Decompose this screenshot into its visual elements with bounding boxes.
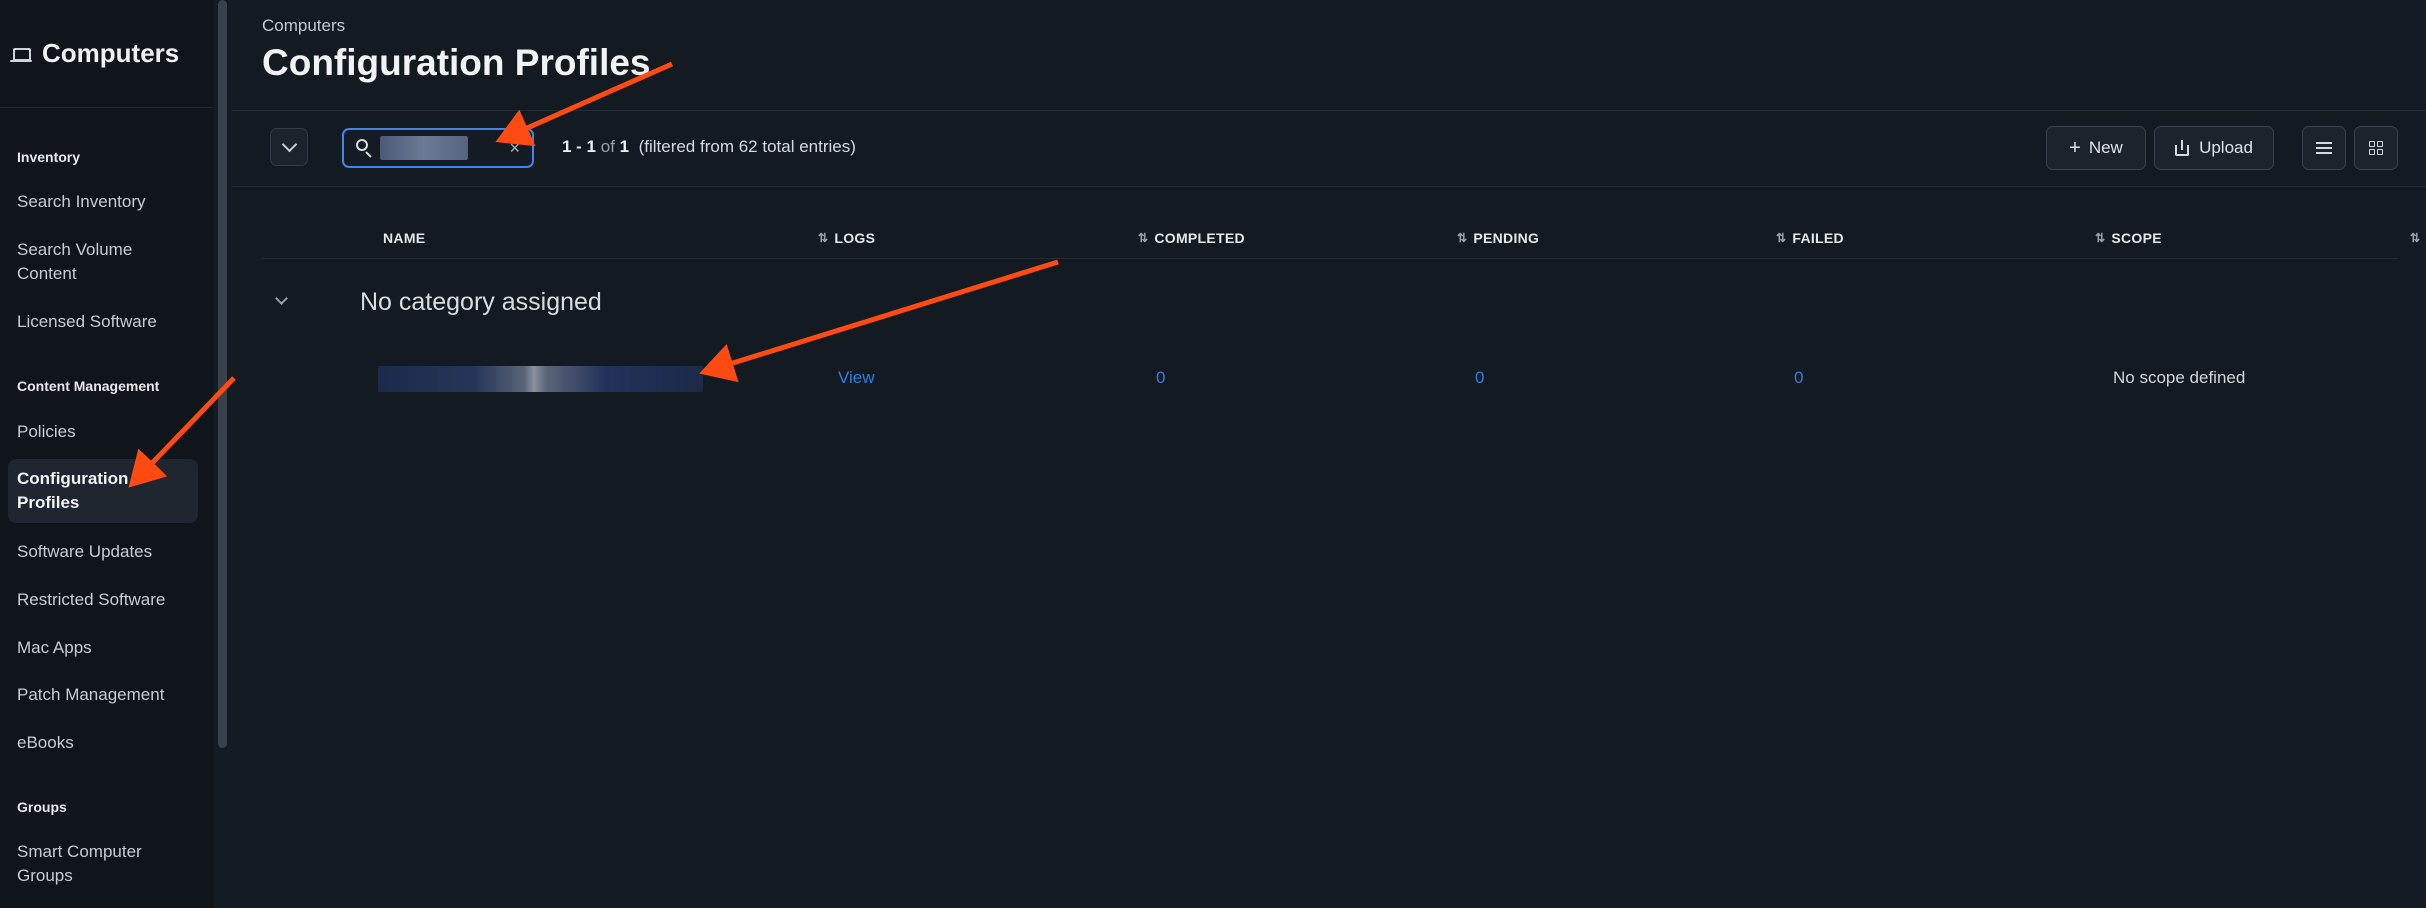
search-icon [356,139,372,158]
sort-icon: ⇅ [818,231,829,245]
failed-count[interactable]: 0 [1794,368,1803,388]
collapse-all-button[interactable] [270,128,308,166]
sidebar: Computers Inventory Search Inventory Sea… [0,0,215,908]
pending-count[interactable]: 0 [1475,368,1484,388]
grid-view-icon [2369,141,2383,155]
completed-count[interactable]: 0 [1156,368,1165,388]
sidebar-item-ebooks[interactable]: eBooks [0,731,214,755]
sort-icon: ⇅ [1776,231,1787,245]
computer-icon [10,43,32,65]
plus-icon: + [2069,137,2081,159]
grid-view-button[interactable] [2354,126,2398,170]
header-divider [232,110,2426,111]
pager-range: 1 - 1 [562,137,597,156]
column-name[interactable]: NAME [383,226,425,250]
close-icon[interactable]: × [509,136,520,160]
sidebar-scrollbar-thumb[interactable] [218,0,227,748]
toolbar: × 1 - 1 of 1 (filtered from 62 total ent… [232,126,2426,170]
chevron-down-icon [281,136,298,153]
column-settings[interactable]: ⇅ [2410,226,2426,250]
sidebar-item-patch-management[interactable]: Patch Management [0,683,214,707]
column-pending[interactable]: ⇅ PENDING [1457,226,1539,250]
column-failed[interactable]: ⇅ FAILED [1776,226,1844,250]
chevron-down-icon[interactable] [272,292,292,312]
scope-value: No scope defined [2113,368,2246,387]
category-group-row[interactable]: No category assigned [262,284,2398,324]
sidebar-item-search-volume-content[interactable]: Search Volume Content [0,238,150,286]
pager-total: 1 [619,137,630,156]
section-content-management: Content Management [17,378,160,394]
toolbar-divider [232,186,2426,187]
search-box[interactable]: × [342,128,534,168]
sidebar-item-restricted-software[interactable]: Restricted Software [0,588,214,612]
sort-icon: ⇅ [2410,231,2421,245]
sidebar-item-software-updates[interactable]: Software Updates [0,540,214,564]
sidebar-item-mac-apps[interactable]: Mac Apps [0,636,214,660]
logs-view-link[interactable]: View [838,368,875,388]
new-button[interactable]: + New [2046,126,2146,170]
section-groups: Groups [17,799,67,815]
sidebar-item-search-inventory[interactable]: Search Inventory [0,190,214,214]
sidebar-header: Computers [0,0,214,108]
table-row[interactable]: View 0 0 0 No scope defined [262,362,2398,396]
column-completed[interactable]: ⇅ COMPLETED [1138,226,1245,250]
sidebar-item-smart-computer-groups[interactable]: Smart Computer Groups [0,840,170,888]
pager-of: of [596,137,620,156]
new-button-label: New [2088,138,2123,157]
breadcrumb[interactable]: Computers [262,16,345,36]
section-inventory: Inventory [17,149,81,165]
sidebar-item-configuration-profiles[interactable]: Configuration Profiles [8,459,198,523]
list-view-icon [2316,142,2332,154]
page-title: Configuration Profiles [262,42,651,83]
column-logs[interactable]: ⇅ LOGS [818,226,875,250]
sort-icon: ⇅ [1138,231,1149,245]
sidebar-item-licensed-software[interactable]: Licensed Software [0,310,214,334]
sidebar-title: Computers [42,38,180,68]
main-content: Computers Configuration Profiles × 1 - 1… [232,0,2426,908]
sidebar-item-policies[interactable]: Policies [0,420,214,444]
upload-button[interactable]: Upload [2154,126,2274,170]
sort-icon: ⇅ [1457,231,1468,245]
upload-icon [2175,140,2190,156]
pager-filter-note: (filtered from 62 total entries) [638,137,856,156]
profile-name-redacted[interactable] [378,366,703,392]
search-input[interactable] [380,136,468,160]
column-scope[interactable]: ⇅ SCOPE [2095,226,2162,250]
category-group-label: No category assigned [360,288,602,316]
list-view-button[interactable] [2302,126,2346,170]
sort-icon: ⇅ [2095,231,2106,245]
table-header: NAME ⇅ LOGS ⇅ COMPLETED ⇅ PENDING ⇅ FAILED ⇅… [262,226,2420,259]
upload-button-label: Upload [2199,138,2253,157]
pagination-info: 1 - 1 of 1 (filtered from 62 total entri… [562,137,856,157]
